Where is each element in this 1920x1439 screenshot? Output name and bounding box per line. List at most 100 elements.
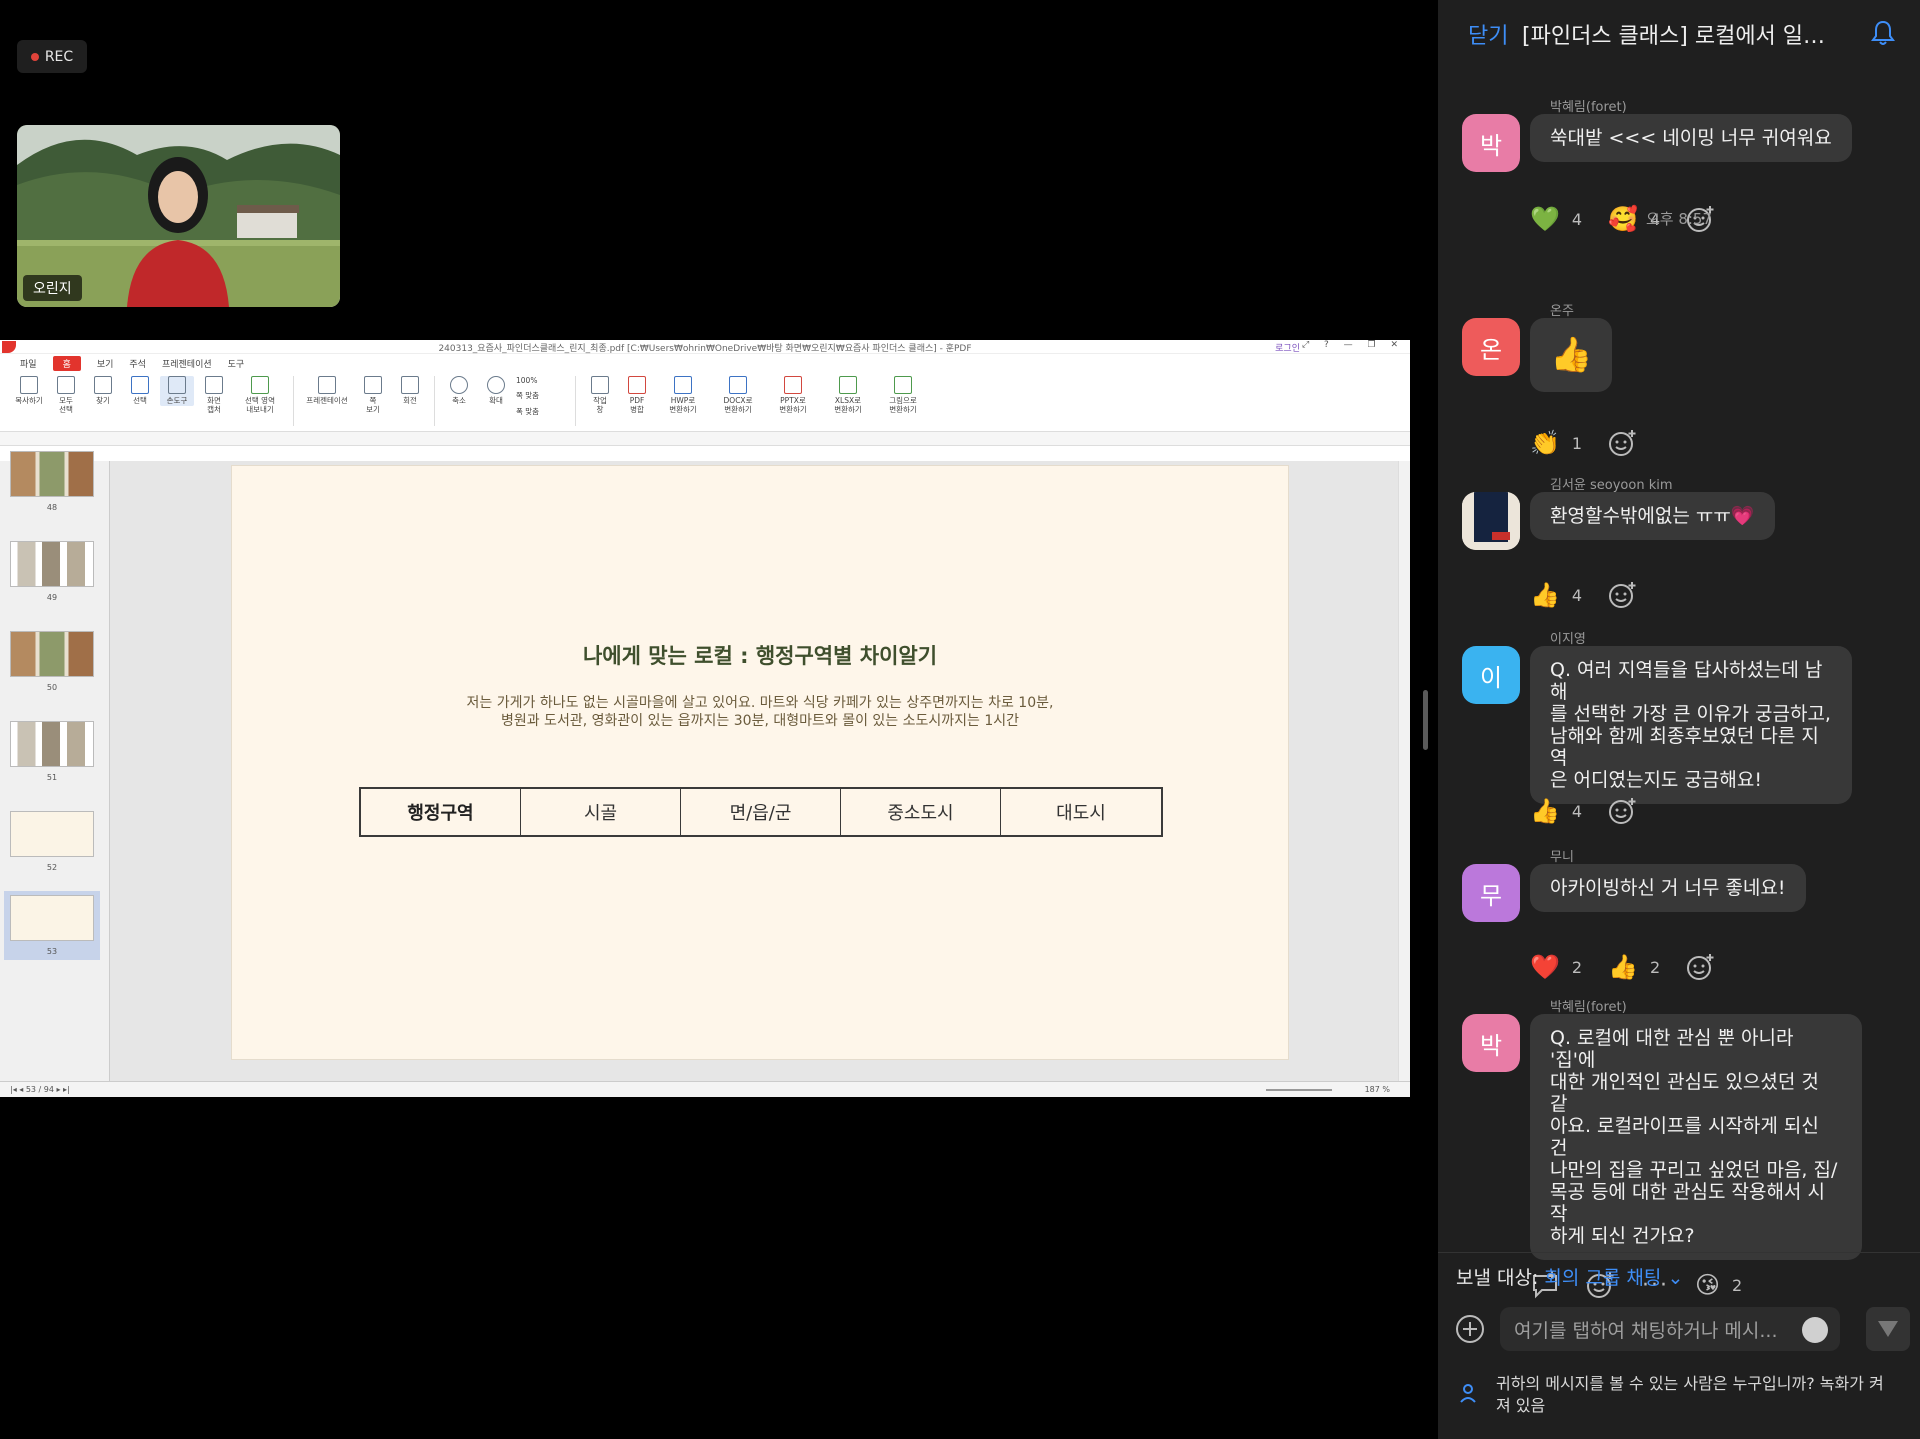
reaction-bar: 👏 1 [1530,428,1638,458]
convert-hwp-button[interactable]: HWP로 변환하기 [657,376,709,414]
convert-docx-button[interactable]: DOCX로 변환하기 [712,376,764,414]
thumbnail-51[interactable]: 51 [10,721,94,782]
zoom-in-button[interactable]: 확대 [479,376,513,406]
convert-pptx-button[interactable]: PPTX로 변환하기 [767,376,819,414]
menu-tools[interactable]: 도구 [228,357,245,370]
pdf-merge-icon [628,376,646,394]
thumbnail-53[interactable]: 53 [4,891,100,960]
menu-view[interactable]: 보기 [97,357,114,370]
avatar[interactable]: 박 [1462,1014,1520,1072]
message-bubble[interactable]: Q. 여러 지역들을 답사하셨는데 남해 를 선택한 가장 큰 이유가 궁금하고… [1530,646,1852,804]
chat-panel: 닫기 [파인더스 클래스] 로컬에서 일… 박혜림(foret) 박 쑥대밭 <… [1438,0,1920,1439]
screen: REC 오린지 240313_요즘사_파인더스클래스_린지_최종.pdf [C:… [0,0,1920,1439]
send-to-group: 회의 그룹 채팅 [1544,1267,1662,1289]
slide-title: 나에게 맞는 로컬 : 행정구역별 차이알기 [582,644,938,668]
message-sender: 무니 [1550,850,1574,865]
ribbon-divider [293,376,294,426]
send-to-selector[interactable]: 보낼 대상: 회의 그룹 채팅 ⌄ [1456,1263,1683,1290]
task-pane-icon [591,376,609,394]
select-all-button[interactable]: 모두 선택 [49,376,83,414]
reaction-emoji: 👍 [1530,581,1560,609]
copy-button[interactable]: 복사하기 [12,376,46,406]
add-reaction-icon[interactable] [1686,952,1716,982]
login-link[interactable]: 로그인 [1275,341,1300,354]
menu-home[interactable]: 홈 [52,355,81,371]
participant-video[interactable]: 오린지 [17,125,340,307]
emoji-icon[interactable] [1802,1317,1828,1343]
page-view-icon [364,376,382,394]
menu-annotation[interactable]: 주석 [129,357,146,370]
hwp-icon [674,376,692,394]
pdf-merge-button[interactable]: PDF 병합 [620,376,654,414]
add-reaction-icon[interactable] [1608,580,1638,610]
message-sender: 온주 [1550,304,1574,319]
chat-input[interactable]: 여기를 탭하여 채팅하거나 메시... [1500,1307,1840,1351]
reaction-red-heart[interactable]: ❤️ 2 [1530,953,1582,981]
send-button[interactable] [1866,1307,1910,1351]
presentation-button[interactable]: 프레젠테이션 [301,376,353,406]
convert-xlsx-button[interactable]: XLSX로 변환하기 [822,376,874,414]
close-button[interactable]: 닫기 [1468,18,1508,50]
avatar[interactable]: 이 [1462,646,1520,704]
bell-icon[interactable] [1868,18,1898,48]
slide-body-line-2: 병원과 도서관, 영화관이 있는 읍까지는 30분, 대형마트와 몰이 있는 소… [500,713,1020,729]
screen-capture-button[interactable]: 화면 캡처 [197,376,231,414]
image-icon [894,376,912,394]
message-bubble[interactable]: 환영할수밖에없는 ㅠㅠ💗 [1530,492,1775,540]
export-selection-button[interactable]: 선택 영역 내보내기 [234,376,286,414]
ribbon-divider-2 [434,376,435,426]
fit-width-option[interactable]: 폭 맞춤 [516,406,568,417]
avatar[interactable]: 박 [1462,114,1520,172]
page-indicator[interactable]: |◂ ◂ 53 / 94 ▸ ▸| [10,1085,70,1094]
add-attachment-icon[interactable] [1454,1313,1486,1345]
vertical-scrollbar[interactable] [1398,461,1410,1081]
zoom-100-option[interactable]: 100% [516,376,568,385]
reaction-thumbs-up[interactable]: 👍 2 [1608,953,1660,981]
xlsx-icon [839,376,857,394]
message-bubble[interactable]: 👍 [1530,318,1613,392]
rotate-button[interactable]: 회전 [393,376,427,406]
thumbnail-number: 50 [46,683,58,692]
participant-name-label: 오린지 [23,275,82,301]
find-button[interactable]: 찾기 [86,376,120,406]
chat-header: 닫기 [파인더스 클래스] 로컬에서 일… [1438,0,1920,72]
panel-resize-handle[interactable] [1423,690,1428,750]
select-label: 선택 [133,396,147,405]
page-indicator-text: 53 / 94 [25,1085,54,1094]
menu-file[interactable]: 파일 [20,357,37,370]
thumbnail-image [10,541,94,587]
menu-presentation[interactable]: 프레젠테이션 [162,357,212,370]
convert-image-button[interactable]: 그림으로 변환하기 [877,376,929,414]
rec-indicator: REC [17,40,87,73]
convert-docx-label: DOCX로 변환하기 [723,396,753,414]
thumbnail-52[interactable]: 52 [10,811,94,872]
window-controls[interactable]: ⤢ ? — ❐ ✕ [1302,340,1404,350]
task-pane-button[interactable]: 작업 창 [583,376,617,414]
reaction-clap[interactable]: 👏 1 [1530,429,1582,457]
message-bubble[interactable]: Q. 로컬에 대한 관심 뿐 아니라 '집'에 대한 개인적인 관심도 있으셨던… [1530,1014,1862,1260]
message-bubble[interactable]: 쑥대밭 <<< 네이밍 너무 귀여워요 [1530,114,1852,162]
avatar[interactable]: 무 [1462,864,1520,922]
add-reaction-icon[interactable] [1608,428,1638,458]
add-reaction-icon[interactable] [1608,796,1638,826]
privacy-info-icon[interactable] [1458,1381,1482,1405]
zoom-out-button[interactable]: 축소 [442,376,476,406]
select-tool-button[interactable]: 선택 [123,376,157,406]
reaction-thumbs-up[interactable]: 👍 4 [1530,581,1582,609]
fit-page-option[interactable]: 쪽 맞춤 [516,390,568,401]
thumbnail-50[interactable]: 50 [10,631,94,692]
avatar[interactable] [1462,492,1520,550]
table-cell: 대도시 [1056,803,1106,824]
rec-label: REC [44,48,74,65]
reaction-bar: 👍 4 [1530,796,1638,826]
message-bubble[interactable]: 아카이빙하신 거 너무 좋네요! [1530,864,1806,912]
thumbnail-49[interactable]: 49 [10,541,94,602]
reaction-thumbs-up[interactable]: 👍 4 [1530,797,1582,825]
table-cell: 면/읍/군 [681,789,841,835]
thumbnail-48[interactable]: 48 [10,451,94,512]
zoom-slider[interactable] [1266,1089,1332,1091]
avatar[interactable]: 온 [1462,318,1520,376]
page-view-button[interactable]: 쪽 보기 [356,376,390,414]
hand-tool-button[interactable]: 손도구 [160,376,194,406]
rotate-label: 회전 [403,396,417,405]
